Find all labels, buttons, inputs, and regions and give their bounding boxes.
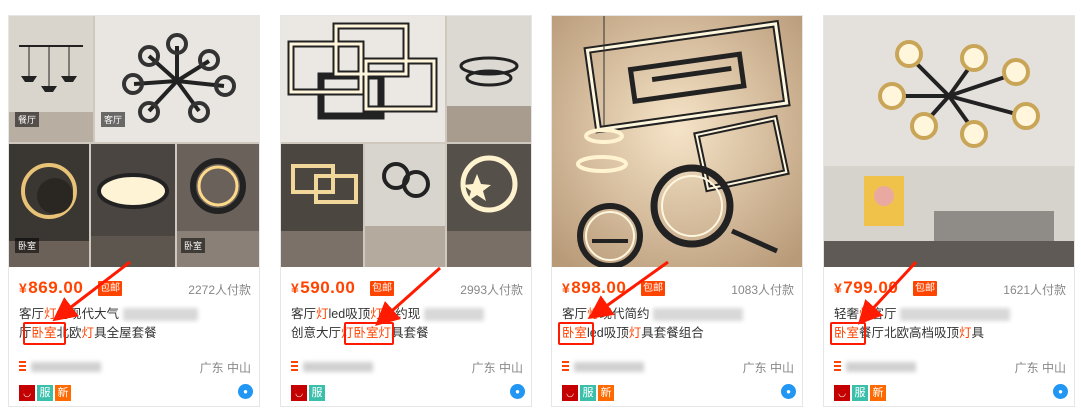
product-title[interactable]: 轻奢灯客厅 卧室餐厅北欧高档吸顶灯具: [834, 305, 1066, 343]
wangwang-chat-icon[interactable]: ●: [238, 384, 253, 399]
image-tag: 客厅: [101, 112, 126, 127]
product-image[interactable]: [552, 16, 802, 267]
shop-row: 广东 中山: [291, 359, 523, 375]
product-card[interactable]: 餐厅 客厅 卧室 卧室 ¥869.00 包邮 2272人付款 客厅灯约现代大气 …: [8, 15, 260, 407]
blurred-text: [423, 308, 484, 322]
shop-row: 广东 中山: [562, 359, 794, 375]
image-tag: 卧室: [181, 238, 206, 253]
service-badge: 服: [37, 385, 53, 401]
wangwang-chat-icon[interactable]: ●: [781, 384, 796, 399]
shop-icon: [834, 361, 841, 371]
product-title[interactable]: 客厅灯led吸顶灯简约现 创意大厅灯卧室灯具套餐: [291, 305, 523, 343]
product-card[interactable]: ¥590.00 包邮 2993人付款 客厅灯led吸顶灯简约现 创意大厅灯卧室灯…: [280, 15, 532, 407]
product-card[interactable]: ¥898.00 包邮 1083人付款 客厅灯现代简约 卧室led吸顶灯具套餐组合…: [551, 15, 803, 407]
blurred-text: [653, 308, 744, 322]
blurred-shop-name: [846, 362, 916, 372]
badge-row: ◡ 服新: [562, 385, 616, 403]
image-tag: 卧室: [15, 238, 40, 253]
product-title[interactable]: 客厅灯约现代大气 厅卧室北欧灯具全屋套餐: [19, 305, 251, 343]
badge-row: ◡ 服新: [19, 385, 73, 403]
shop-icon: [291, 361, 298, 371]
sales-count: 2272人付款: [188, 283, 251, 297]
wangwang-chat-icon[interactable]: ●: [1053, 384, 1068, 399]
free-shipping-badge: 包邮: [913, 281, 937, 296]
new-badge: 新: [55, 385, 71, 401]
tmall-icon: ◡: [834, 385, 850, 401]
product-title[interactable]: 客厅灯现代简约 卧室led吸顶灯具套餐组合: [562, 305, 794, 343]
product-image[interactable]: [824, 16, 1074, 267]
location: 广东 中山: [199, 361, 251, 375]
blurred-shop-name: [574, 362, 644, 372]
badge-row: ◡ 服: [291, 385, 327, 403]
free-shipping-badge: 包邮: [641, 281, 665, 296]
free-shipping-badge: 包邮: [370, 281, 394, 296]
product-card[interactable]: ¥799.00 包邮 1621人付款 轻奢灯客厅 卧室餐厅北欧高档吸顶灯具 广东…: [823, 15, 1075, 407]
image-tag: 餐厅: [15, 112, 40, 127]
location: 广东 中山: [742, 361, 794, 375]
blurred-text: [122, 308, 198, 322]
price: ¥898.00: [562, 278, 627, 297]
location: 广东 中山: [471, 361, 523, 375]
blurred-text: [900, 308, 1011, 322]
shop-row: 广东 中山: [834, 359, 1066, 375]
service-badge: 服: [852, 385, 868, 401]
price: ¥590.00: [291, 278, 356, 297]
badge-row: ◡ 服新: [834, 385, 888, 403]
sales-count: 1083人付款: [731, 283, 794, 297]
product-grid: 餐厅 客厅 卧室 卧室 ¥869.00 包邮 2272人付款 客厅灯约现代大气 …: [8, 15, 1075, 407]
wangwang-chat-icon[interactable]: ●: [510, 384, 525, 399]
location: 广东 中山: [1014, 361, 1066, 375]
price: ¥869.00: [19, 278, 84, 297]
blurred-shop-name: [303, 362, 373, 372]
price-row: ¥799.00 包邮 1621人付款: [834, 278, 1066, 298]
new-badge: 新: [598, 385, 614, 401]
sales-count: 2993人付款: [460, 283, 523, 297]
tmall-icon: ◡: [19, 385, 35, 401]
shop-icon: [562, 361, 569, 371]
price-row: ¥590.00 包邮 2993人付款: [291, 278, 523, 298]
shop-icon: [19, 361, 26, 371]
service-badge: 服: [309, 385, 325, 401]
tmall-icon: ◡: [562, 385, 578, 401]
product-image[interactable]: 餐厅 客厅 卧室 卧室: [9, 16, 259, 267]
tmall-icon: ◡: [291, 385, 307, 401]
free-shipping-badge: 包邮: [98, 281, 122, 296]
price: ¥799.00: [834, 278, 899, 297]
blurred-shop-name: [31, 362, 101, 372]
sales-count: 1621人付款: [1003, 283, 1066, 297]
price-row: ¥898.00 包邮 1083人付款: [562, 278, 794, 298]
new-badge: 新: [870, 385, 886, 401]
product-image[interactable]: [281, 16, 531, 267]
price-row: ¥869.00 包邮 2272人付款: [19, 278, 251, 298]
service-badge: 服: [580, 385, 596, 401]
shop-row: 广东 中山: [19, 359, 251, 375]
